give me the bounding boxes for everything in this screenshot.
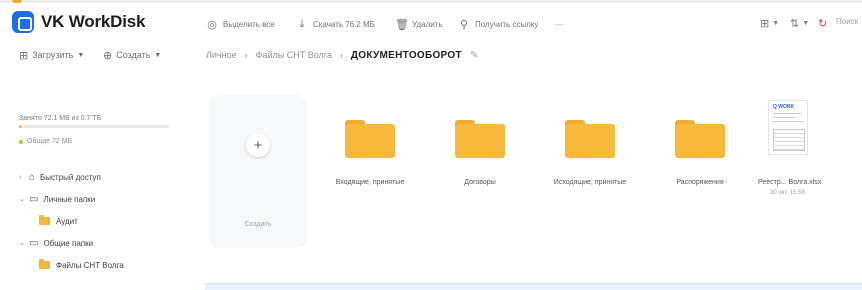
check-circle-icon: ◎ <box>207 18 217 31</box>
folder-icon[interactable] <box>675 120 725 158</box>
create-label: Создать <box>116 50 151 60</box>
folder-name[interactable]: Распоряжения <box>650 179 750 186</box>
sort-toggle[interactable]: ⇅ ▼ <box>790 14 809 32</box>
sidebar-item-personal[interactable]: ⌄ ▭ Личные папки <box>19 192 95 206</box>
file-name[interactable]: Реестр... Волга.xlsx <box>758 179 821 186</box>
plus-circle-icon: ⊕ <box>103 49 113 62</box>
view-toggle[interactable]: ⊞ ▼ <box>760 14 779 32</box>
more-icon: ··· <box>555 19 563 29</box>
chevron-down-icon: ⌄ <box>19 196 25 203</box>
sidebar-item-snt-volga[interactable]: Файлы СНТ Волга <box>39 258 124 272</box>
bottom-panel <box>205 283 862 290</box>
edit-icon[interactable]: ✎ <box>470 50 478 61</box>
app-logo-icon[interactable] <box>12 11 34 33</box>
header: VK WorkDisk ◎ Выделить все ⤓ Скачать 76.… <box>0 3 862 41</box>
download-label: Скачать 76.2 МБ <box>313 19 375 29</box>
download-button[interactable]: ⤓ Скачать 76.2 МБ <box>296 16 375 32</box>
chevron-right-icon: › <box>244 50 248 60</box>
more-button[interactable]: ··· <box>555 16 563 32</box>
quota-bar <box>19 125 169 128</box>
create-tile-label: Создать <box>244 221 272 228</box>
sync-icon: ↻ <box>818 17 828 30</box>
folder-icon[interactable] <box>345 120 395 158</box>
breadcrumb-current: ДОКУМЕНТООБОРОТ <box>350 49 462 61</box>
quota-legend: Общие 72 МБ <box>19 138 72 145</box>
spreadsheet-thumbnail[interactable]: Q WORK <box>768 100 808 155</box>
sidebar-item-audit[interactable]: Аудит <box>39 214 78 228</box>
sidebar-item-label: Личные папки <box>43 194 96 204</box>
chevron-down-icon: ▼ <box>772 19 780 27</box>
quota-fill <box>19 125 21 128</box>
sync-button[interactable]: ↻ <box>818 14 827 32</box>
trash-icon: 🗑 <box>395 18 409 31</box>
chevron-down-icon: ▼ <box>77 51 85 59</box>
quota-legend-label: Общие 72 МБ <box>27 138 73 145</box>
upload-icon: ⊞ <box>19 49 29 62</box>
home-icon: ⌂ <box>29 171 36 183</box>
grid-view-icon: ⊞ <box>760 17 770 30</box>
breadcrumb: Личное › Файлы СНТ Волга › ДОКУМЕНТООБОР… <box>206 47 478 63</box>
sidebar-item-quick-access[interactable]: › ⌂ Быстрый доступ <box>19 170 101 184</box>
delete-button[interactable]: 🗑 Удалить <box>395 16 443 32</box>
sidebar: Занято 72.1 МБ из 0.7 ТБ Общие 72 МБ › ⌂… <box>0 75 190 290</box>
app-title[interactable]: VK WorkDisk <box>41 12 145 32</box>
chevron-down-icon: ▼ <box>154 51 162 59</box>
delete-label: Удалить <box>412 19 443 29</box>
folder-icon[interactable] <box>455 120 505 158</box>
quota-text: Занято 72.1 МБ из 0.7 ТБ <box>19 115 102 122</box>
breadcrumb-item[interactable]: Файлы СНТ Волга <box>256 50 332 60</box>
folder-name[interactable]: Исходящие, принятые <box>540 179 640 186</box>
select-all-button[interactable]: ◎ Выделить все <box>206 16 275 32</box>
upload-label: Загрузить <box>32 50 74 60</box>
plus-icon[interactable]: + <box>246 133 270 157</box>
select-all-label: Выделить все <box>223 19 275 29</box>
chevron-right-icon: › <box>339 50 343 60</box>
get-link-button[interactable]: ⚲ Получить ссылку <box>458 16 538 32</box>
legend-dot <box>19 139 23 144</box>
get-link-label: Получить ссылку <box>475 19 539 29</box>
create-tile[interactable]: + Создать <box>209 95 307 248</box>
chevron-down-icon: ⌄ <box>19 240 25 247</box>
sidebar-item-label: Файлы СНТ Волга <box>56 260 124 270</box>
folder-outline-icon: ▭ <box>29 237 39 249</box>
folder-name[interactable]: Договоры <box>430 179 530 186</box>
chevron-right-icon: › <box>19 173 22 181</box>
breadcrumb-item[interactable]: Личное <box>206 50 237 60</box>
folder-name[interactable]: Входящие, принятые <box>320 179 420 186</box>
sidebar-item-label: Быстрый доступ <box>40 172 101 182</box>
thumbnail-logo: Q WORK <box>773 104 795 110</box>
link-icon: ⚲ <box>459 18 469 31</box>
folder-icon[interactable] <box>565 120 615 158</box>
create-button[interactable]: ⊕ Создать ▼ <box>103 47 161 63</box>
sort-icon: ⇅ <box>790 17 800 30</box>
upload-button[interactable]: ⊞ Загрузить ▼ <box>19 47 84 63</box>
chevron-down-icon: ▼ <box>802 19 810 27</box>
file-date: 30 окт. 15:58 <box>770 190 805 196</box>
search-input[interactable]: Поиск <box>836 17 858 26</box>
download-icon: ⤓ <box>299 17 305 30</box>
folder-outline-icon: ▭ <box>29 193 39 205</box>
sidebar-item-shared[interactable]: ⌄ ▭ Общие папки <box>19 236 93 250</box>
sidebar-item-label: Аудит <box>56 216 78 226</box>
folder-icon <box>39 215 50 225</box>
folder-icon <box>39 259 50 269</box>
sidebar-item-label: Общие папки <box>43 238 94 248</box>
